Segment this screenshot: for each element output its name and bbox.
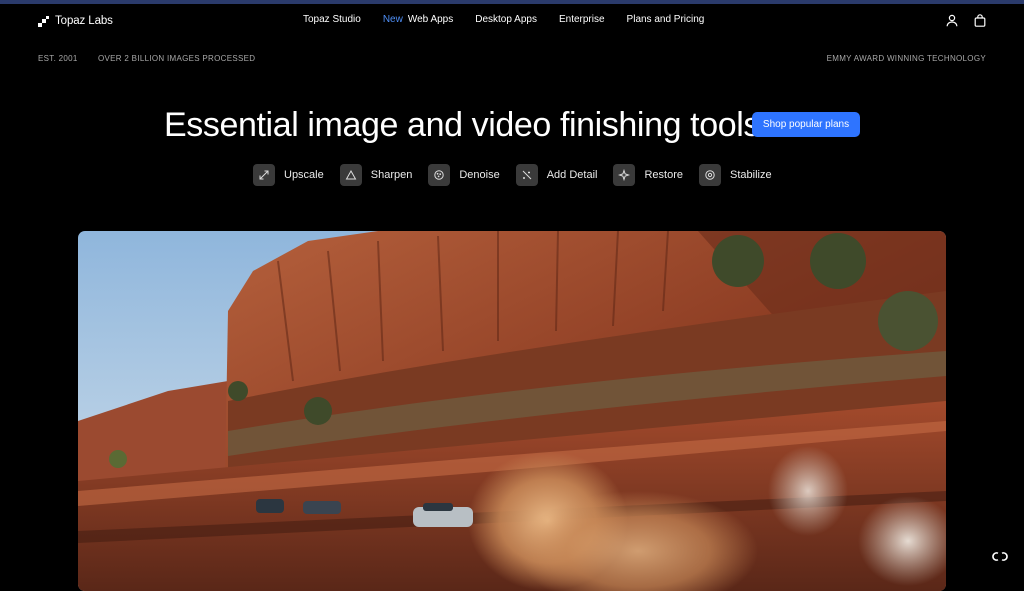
feature-upscale[interactable]: Upscale: [253, 164, 324, 186]
topaz-labs-logo[interactable]: Topaz Labs: [38, 14, 113, 28]
shopping-bag-icon[interactable]: [974, 14, 986, 27]
main-navigation: Topaz Labs Topaz Studio New Web Apps Desk…: [0, 4, 1024, 38]
grain-circle-icon: [428, 164, 451, 186]
brand-name: Topaz Labs: [55, 15, 113, 27]
shop-popular-plans-button[interactable]: Shop popular plans: [752, 112, 860, 137]
feature-label: Stabilize: [730, 169, 772, 181]
feature-label: Add Detail: [546, 169, 598, 181]
feature-stabilize[interactable]: Stabilize: [699, 164, 772, 186]
target-icon: [699, 164, 721, 186]
feature-restore[interactable]: Restore: [613, 164, 683, 186]
nav-item-plans-and-pricing[interactable]: Plans and Pricing: [627, 14, 705, 28]
chat-support-button[interactable]: [986, 542, 1014, 570]
images-processed-label: OVER 2 BILLION IMAGES PROCESSED: [98, 54, 256, 63]
topaz-logo-icon: [38, 15, 49, 27]
feature-list: Upscale Sharpen Denoise Add Detail Resto…: [253, 164, 772, 186]
nav-item-desktop-apps[interactable]: Desktop Apps: [475, 14, 537, 28]
feature-label: Restore: [644, 169, 683, 181]
nav-icons: [946, 14, 986, 27]
feature-label: Denoise: [459, 169, 500, 181]
expand-arrows-icon: [253, 164, 275, 186]
page-title: Essential image and video finishing tool…: [164, 106, 770, 144]
new-badge: New: [382, 14, 403, 25]
nav-item-web-apps[interactable]: New Web Apps: [383, 14, 453, 28]
established-label: EST. 2001: [38, 54, 78, 63]
nav-item-enterprise[interactable]: Enterprise: [559, 14, 605, 28]
feature-sharpen[interactable]: Sharpen: [339, 164, 413, 186]
user-icon[interactable]: [946, 14, 958, 27]
feature-label: Sharpen: [370, 169, 413, 181]
triangle-icon: [339, 164, 362, 186]
hero-video-still: [78, 231, 946, 591]
nav-menu: Topaz Studio New Web Apps Desktop Apps En…: [303, 14, 704, 28]
nav-item-web-apps-label: Web Apps: [407, 14, 454, 25]
emmy-award-label: EMMY AWARD WINNING TECHNOLOGY: [826, 54, 986, 63]
chat-icon: [992, 551, 1008, 561]
nav-item-topaz-studio[interactable]: Topaz Studio: [303, 14, 361, 28]
feature-denoise[interactable]: Denoise: [428, 164, 500, 186]
feature-add-detail[interactable]: Add Detail: [515, 164, 598, 186]
sparkles-icon: [515, 164, 538, 186]
feature-label: Upscale: [284, 169, 324, 181]
star-icon: [613, 164, 636, 186]
